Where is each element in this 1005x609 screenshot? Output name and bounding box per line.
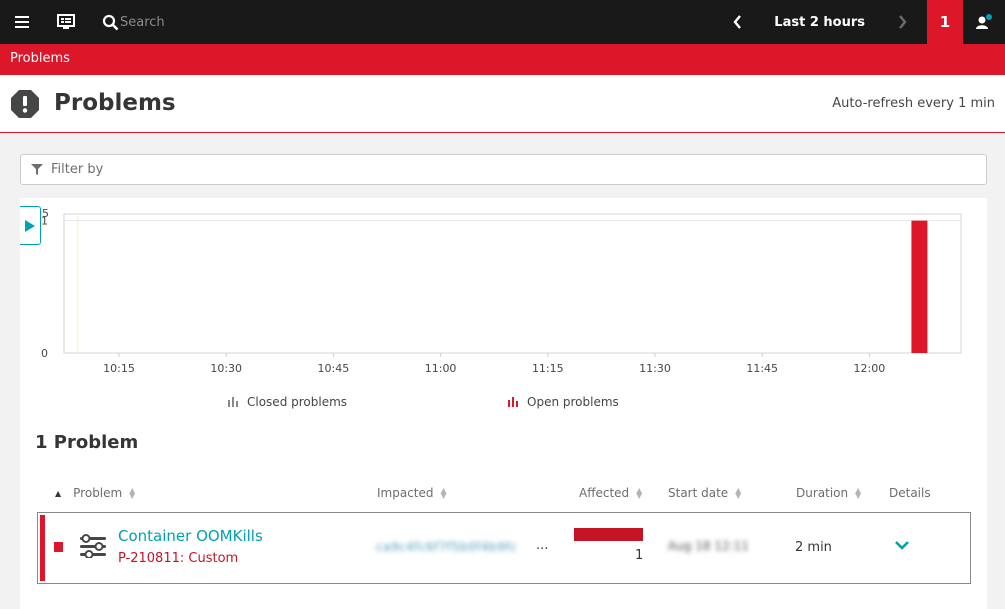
column-header-duration[interactable]: Duration ▲ ▼ <box>796 486 862 500</box>
page-title: Problems <box>54 90 176 116</box>
column-header-start-date[interactable]: Start date ▲ ▼ <box>668 486 742 500</box>
x-tick-label: 12:00 <box>854 362 886 375</box>
closed-bar-icon <box>228 397 238 407</box>
open-status-bar <box>40 515 45 581</box>
chart-plot-border <box>63 213 962 354</box>
sort-icon: ▲ ▼ <box>440 486 447 500</box>
play-icon <box>25 219 35 232</box>
start-date: Aug 18 12:11 <box>668 539 749 553</box>
search-box[interactable]: Search <box>88 0 165 44</box>
column-header-problem-label: Problem <box>73 486 123 500</box>
sort-icon: ▲ ▼ <box>129 486 136 500</box>
dashboard-icon[interactable] <box>44 0 88 44</box>
x-tick-label: 10:30 <box>210 362 242 375</box>
chart-expand-toggle[interactable] <box>20 206 41 245</box>
filter-icon <box>31 164 43 175</box>
filter-placeholder: Filter by <box>51 162 104 177</box>
legend-closed-label: Closed problems <box>247 395 348 409</box>
filter-input[interactable]: Filter by <box>20 154 987 185</box>
timeframe-prev-button[interactable] <box>720 0 754 44</box>
sort-icon: ▲ ▼ <box>855 486 862 500</box>
sort-asc-icon: ▲ <box>55 488 62 498</box>
breadcrumb[interactable]: Problems <box>0 44 1005 75</box>
page-header: Problems Auto-refresh every 1 min <box>0 75 1005 133</box>
x-tick-label: 11:45 <box>746 362 778 375</box>
topbar-right: Last 2 hours 1 <box>720 0 1005 44</box>
user-icon[interactable] <box>963 0 1005 44</box>
expand-details-icon[interactable] <box>894 540 910 550</box>
custom-event-icon <box>80 534 106 558</box>
legend-closed-problems[interactable]: Closed problems <box>227 395 347 409</box>
column-header-start-date-label: Start date <box>668 486 729 500</box>
problem-name-link[interactable]: Container OOMKills <box>118 527 263 545</box>
x-tick-label: 10:45 <box>318 362 350 375</box>
menu-icon[interactable] <box>0 0 44 44</box>
problem-warning-icon <box>11 90 39 118</box>
sort-icon: ▲ ▼ <box>735 486 742 500</box>
table-row[interactable]: Container OOMKills P-210811: Custom ca9c… <box>37 512 971 584</box>
duration: 2 min <box>795 540 832 555</box>
problems-count-badge[interactable]: 1 <box>927 0 963 44</box>
search-placeholder: Search <box>120 14 165 30</box>
x-tick-label: 11:30 <box>639 362 671 375</box>
impacted-more[interactable]: ... <box>536 538 548 553</box>
x-tick-label: 11:15 <box>532 362 564 375</box>
impacted-entity-link[interactable]: ca9c4fc6f7f5b0f4b9fc <box>376 540 517 554</box>
column-header-details: Details <box>889 486 931 500</box>
sort-icon: ▲ ▼ <box>636 486 643 500</box>
column-header-impacted[interactable]: Impacted ▲ ▼ <box>377 486 448 500</box>
auto-refresh-text: Auto-refresh every 1 min <box>832 96 995 111</box>
timeframe-selector[interactable]: Last 2 hours <box>754 15 885 30</box>
legend-open-problems[interactable]: Open problems <box>507 395 619 409</box>
problem-id: P-210811: Custom <box>118 551 239 566</box>
column-header-impacted-label: Impacted <box>377 486 434 500</box>
problem-count-title: 1 Problem <box>35 432 139 453</box>
affected-count: 1 <box>635 548 644 563</box>
affected-bar <box>574 528 643 541</box>
y-tick-label: 0 <box>41 347 48 360</box>
timeframe-next-button[interactable] <box>885 0 919 44</box>
column-header-affected-label: Affected <box>579 486 630 500</box>
legend-open-label: Open problems <box>527 395 619 409</box>
x-tick-label: 11:00 <box>425 362 457 375</box>
column-header-details-label: Details <box>889 486 931 500</box>
top-bar: Search Last 2 hours 1 <box>0 0 1005 44</box>
open-bar-icon <box>508 397 518 407</box>
column-header-problem[interactable]: ▲ Problem ▲ ▼ <box>55 486 136 500</box>
problems-chart: 010510:15 10:30 10:45 11:00 11:15 11:30 11:45 1… <box>35 207 962 375</box>
open-status-indicator <box>54 542 63 552</box>
problems-card: 0 1 05 10:15 10:30 10:45 11:00 11:15 11:30 11:45 1… <box>20 198 987 609</box>
open-problems-bar <box>911 220 928 353</box>
column-header-affected[interactable]: Affected ▲ ▼ <box>579 486 643 500</box>
x-tick-label: 10:15 <box>103 362 135 375</box>
column-header-duration-label: Duration <box>796 486 849 500</box>
